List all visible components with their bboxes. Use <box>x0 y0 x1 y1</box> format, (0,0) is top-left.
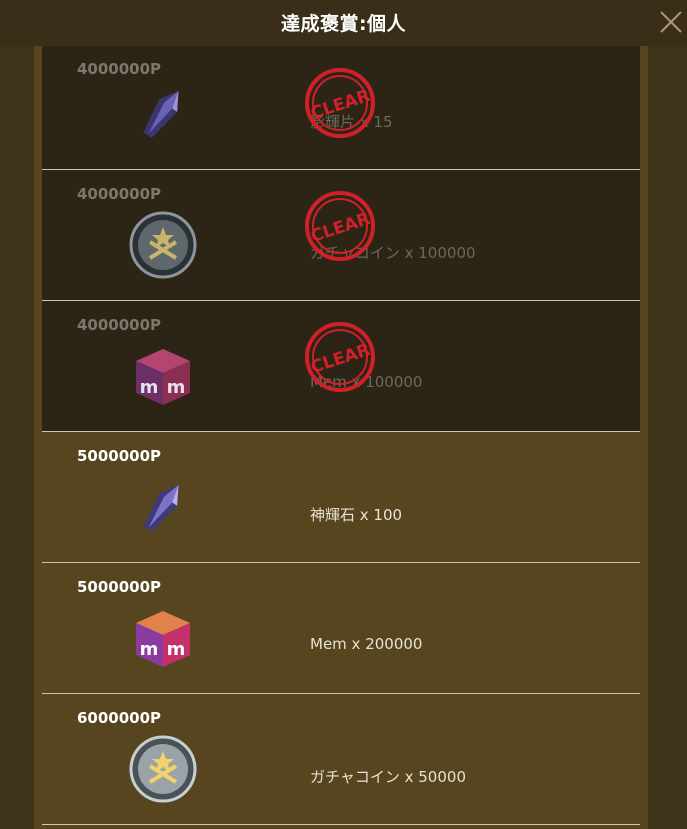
reward-row: 5000000P 神輝石 x 100 <box>42 432 640 563</box>
reward-row: 4000000P m m Mem x 100000 CLEAR <box>42 301 640 432</box>
svg-text:m: m <box>167 639 186 660</box>
reward-row: 4000000P 影輝片 x 15 CLEAR <box>42 46 640 170</box>
reward-row: 6000000P ガチャコイン x 50000 <box>42 694 640 825</box>
crystal-shard-icon <box>143 90 179 138</box>
mem-cube-icon: m m <box>136 349 190 405</box>
reward-points: 5000000P <box>77 578 162 596</box>
title-bar: 達成褒賞:個人 <box>0 0 687 47</box>
svg-text:m: m <box>167 377 186 398</box>
reward-points: 6000000P <box>77 709 162 727</box>
close-icon[interactable] <box>657 8 685 36</box>
clear-stamp-icon: CLEAR <box>305 322 375 392</box>
gacha-coin-icon <box>129 735 197 803</box>
svg-text:m: m <box>140 377 159 398</box>
clear-stamp-icon: CLEAR <box>305 68 375 138</box>
reward-points: 5000000P <box>77 447 162 465</box>
reward-row: 5000000P m m Mem x 200000 <box>42 563 640 694</box>
reward-list[interactable]: 4000000P 影輝片 x 15 CLEAR 4000000P ガチャコイン … <box>42 46 640 829</box>
reward-points: 4000000P <box>77 316 162 334</box>
reward-item: 神輝石 x 100 <box>310 506 403 524</box>
crystal-shard-icon <box>143 484 179 532</box>
dialog-title: 達成褒賞:個人 <box>280 13 407 35</box>
clear-stamp-icon: CLEAR <box>305 191 375 261</box>
reward-item: ガチャコイン x 50000 <box>310 768 466 786</box>
reward-points: 4000000P <box>77 185 162 203</box>
reward-row: 4000000P ガチャコイン x 100000 CLEAR <box>42 170 640 301</box>
reward-points: 4000000P <box>77 60 162 78</box>
svg-text:m: m <box>140 639 159 660</box>
mem-cube-icon: m m <box>136 611 190 667</box>
gacha-coin-icon <box>129 211 197 279</box>
reward-item: Mem x 200000 <box>310 635 423 653</box>
